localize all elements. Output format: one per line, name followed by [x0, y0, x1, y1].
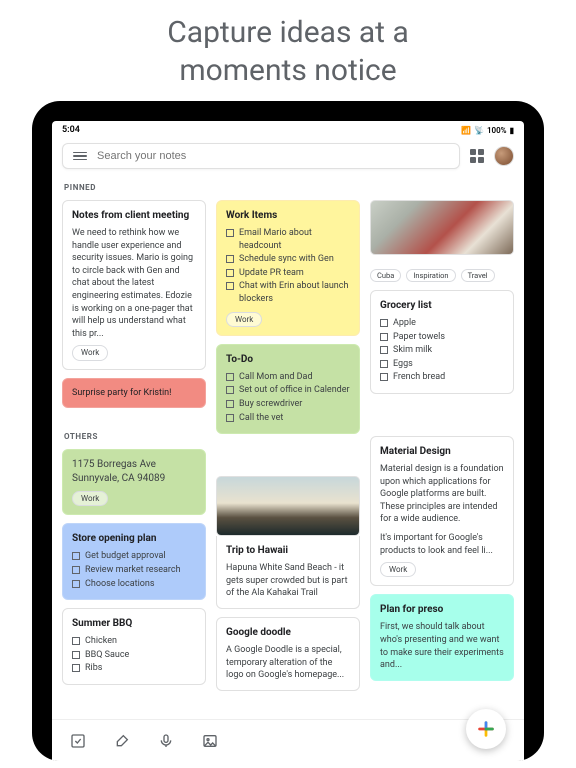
note-line1: 1175 Borregas Ave [72, 458, 196, 472]
add-note-fab[interactable] [466, 709, 506, 749]
list-item: Eggs [393, 358, 413, 371]
note-bbq[interactable]: Summer BBQ Chicken BBQ Sauce Ribs [62, 608, 206, 685]
chip-work[interactable]: Work [226, 312, 262, 327]
chip-work[interactable]: Work [72, 491, 108, 506]
tag-chip[interactable]: Travel [461, 269, 495, 282]
search-box[interactable] [62, 143, 460, 169]
col-1: PINNED Notes from client meeting We need… [62, 177, 206, 711]
wifi-icon: 📡 [474, 126, 484, 135]
list-item: BBQ Sauce [85, 649, 129, 662]
list-item: Update PR team [239, 267, 304, 280]
list-item: Skim milk [393, 344, 432, 357]
list-item: Review market research [85, 564, 181, 577]
signal-icon: 📶 [461, 126, 471, 135]
note-store-plan[interactable]: Store opening plan Get budget approval R… [62, 523, 206, 600]
note-body: Surprise party for Kristin! [72, 387, 196, 400]
note-grocery[interactable]: Grocery list Apple Paper towels Skim mil… [370, 290, 514, 394]
note-title: Material Design [380, 445, 504, 459]
layout-toggle-icon[interactable] [470, 149, 484, 163]
note-body: We need to rethink how we handle user ex… [72, 227, 196, 340]
list-item: Apple [393, 317, 416, 330]
chip-work[interactable]: Work [72, 345, 108, 360]
col-3: . Cuba Inspiration Travel Grocery list A… [370, 177, 514, 711]
note-preso[interactable]: Plan for preso First, we should talk abo… [370, 594, 514, 680]
brush-icon[interactable] [114, 733, 130, 749]
hero-line2: moments notice [0, 52, 576, 90]
list-item: Ribs [85, 662, 102, 675]
search-input[interactable] [97, 150, 449, 162]
note-body: Material design is a foundation upon whi… [380, 463, 504, 526]
tablet-frame: 5:04 📶 📡 100% ▮ PINNED Notes from client [32, 101, 544, 761]
status-bar: 5:04 📶 📡 100% ▮ [52, 121, 524, 137]
note-title: Grocery list [380, 299, 504, 313]
tag-chip[interactable]: Cuba [370, 269, 401, 282]
note-title: To-Do [226, 353, 350, 367]
note-photo-car[interactable] [370, 200, 514, 255]
plus-icon [475, 718, 497, 740]
note-todo[interactable]: To-Do Call Mom and Dad Set out of office… [216, 344, 360, 434]
list-item: Chicken [85, 635, 117, 648]
note-title: Store opening plan [72, 532, 196, 546]
list-item: Choose locations [85, 578, 155, 591]
note-address[interactable]: 1175 Borregas Ave Sunnyvale, CA 94089 Wo… [62, 449, 206, 515]
image-icon[interactable] [202, 733, 218, 749]
battery-icon: ▮ [510, 126, 514, 135]
status-time: 5:04 [62, 125, 80, 135]
spacer [216, 442, 360, 468]
list-item: Schedule sync with Gen [239, 253, 334, 266]
tag-chip[interactable]: Inspiration [406, 269, 455, 282]
note-title: Notes from client meeting [72, 209, 196, 223]
notes-grid: PINNED Notes from client meeting We need… [52, 177, 524, 761]
list-item: Buy screwdriver [239, 398, 302, 411]
note-title: Summer BBQ [72, 617, 196, 631]
note-client-meeting[interactable]: Notes from client meeting We need to ret… [62, 200, 206, 370]
search-row [52, 137, 524, 177]
status-indicators: 📶 📡 100% ▮ [461, 126, 514, 135]
note-body: Hapuna White Sand Beach - it gets super … [226, 562, 350, 600]
checkbox-icon[interactable] [70, 733, 86, 749]
list-item: French bread [393, 371, 445, 384]
note-photo-beach[interactable] [216, 476, 360, 536]
photo-tags: Cuba Inspiration Travel [370, 269, 514, 282]
list-item: Call Mom and Dad [239, 371, 313, 384]
note-body: A Google Doodle is a special, temporary … [226, 644, 350, 682]
battery-text: 100% [487, 126, 507, 135]
note-title: Plan for preso [380, 603, 504, 617]
avatar[interactable] [494, 146, 514, 166]
note-work-items[interactable]: Work Items Email Mario about headcount S… [216, 200, 360, 336]
app-screen: 5:04 📶 📡 100% ▮ PINNED Notes from client [52, 121, 524, 761]
menu-icon[interactable] [73, 152, 87, 161]
hero-title: Capture ideas at a moments notice [0, 0, 576, 101]
note-title: Work Items [226, 209, 350, 223]
note-doodle[interactable]: Google doodle A Google Doodle is a speci… [216, 617, 360, 691]
note-line2: Sunnyvale, CA 94089 [72, 472, 196, 486]
list-item: Call the vet [239, 412, 283, 425]
section-others: OTHERS [62, 426, 206, 441]
note-body2: It's important for Google's products to … [380, 532, 504, 557]
chip-work[interactable]: Work [380, 562, 416, 577]
list-item: Chat with Erin about launch blockers [239, 280, 350, 305]
spacer [370, 402, 514, 428]
list-item: Set out of office in Calender [239, 384, 350, 397]
note-title: Trip to Hawaii [226, 544, 350, 558]
col-2: . Work Items Email Mario about headcount… [216, 177, 360, 711]
note-body: First, we should talk about who's presen… [380, 621, 504, 671]
note-title: Google doodle [226, 626, 350, 640]
section-pinned: PINNED [62, 177, 206, 192]
hero-line1: Capture ideas at a [0, 14, 576, 52]
note-surprise[interactable]: Surprise party for Kristin! [62, 378, 206, 409]
list-item: Paper towels [393, 331, 445, 344]
list-item: Email Mario about headcount [239, 227, 350, 252]
bottom-toolbar [52, 719, 524, 761]
mic-icon[interactable] [158, 733, 174, 749]
list-item: Get budget approval [85, 550, 166, 563]
note-hawaii[interactable]: Trip to Hawaii Hapuna White Sand Beach -… [216, 536, 360, 609]
note-material[interactable]: Material Design Material design is a fou… [370, 436, 514, 586]
